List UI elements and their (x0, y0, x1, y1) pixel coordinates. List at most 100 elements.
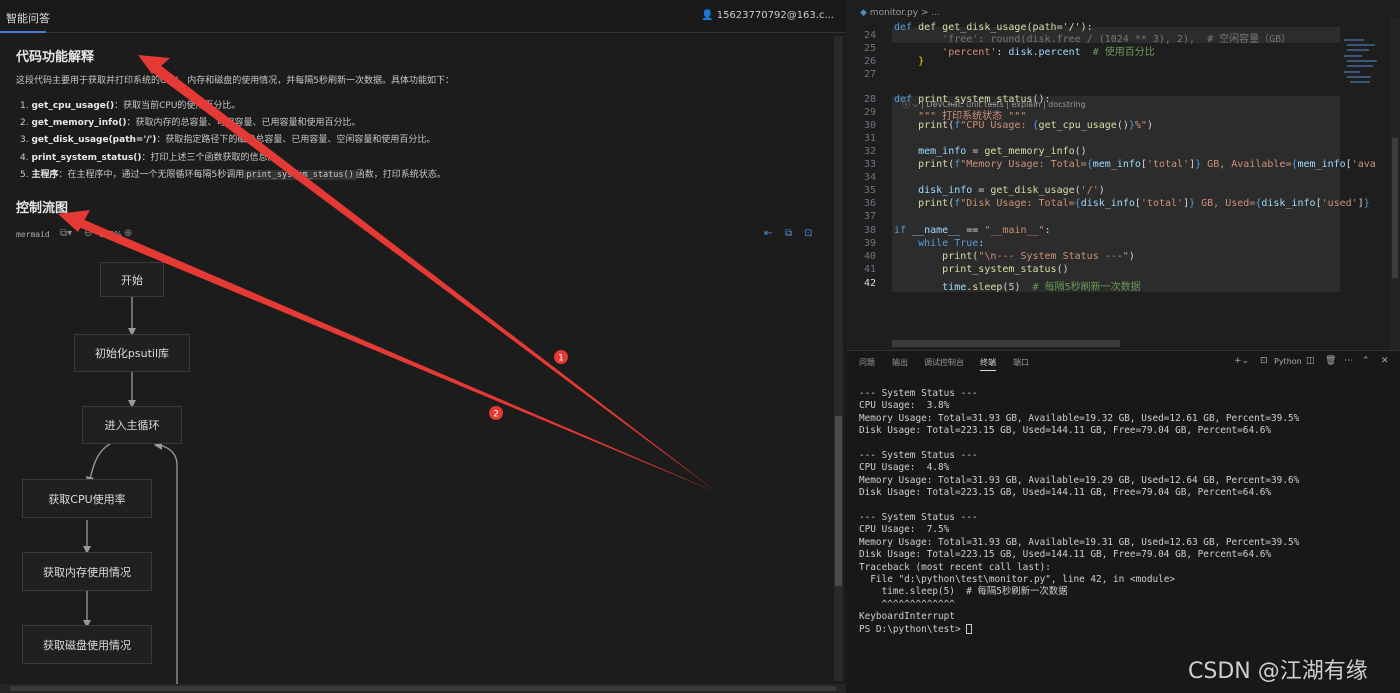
section-title-explain: 代码功能解释 (16, 50, 95, 65)
terminal-output[interactable]: --- System Status --- CPU Usage: 3.8% Memo… (859, 388, 1299, 636)
flow-node-cpu: 获取CPU使用率 (22, 479, 152, 518)
line-number: 27 (863, 69, 876, 80)
breadcrumb-text: monitor.py > ... (869, 8, 940, 18)
user-icon: 👤 (701, 10, 717, 21)
code-line: while True: (918, 238, 985, 249)
more-icon[interactable]: ⋯ (1344, 356, 1353, 366)
code-line: print(f"CPU Usage: {get_cpu_usage()}%") (918, 120, 1153, 131)
list-item: 1. get_cpu_usage()：获取当前CPU的使用百分比。 (20, 101, 241, 111)
terminal-line: CPU Usage: 3.8% (859, 400, 950, 412)
line-number: 39 (863, 238, 876, 249)
line-number: 36 (863, 198, 876, 209)
code-line: 'percent': disk.percent # 使用百分比 (942, 47, 1155, 58)
terminal-line: Disk Usage: Total=223.15 GB, Used=144.11… (859, 425, 1272, 437)
tab-debug-console[interactable]: 调试控制台 (924, 357, 964, 368)
flow-node-main-loop: 进入主循环 (82, 406, 182, 444)
code-line: time.sleep(5) # 每隔5秒刷新一次数据 (942, 282, 1141, 293)
tab-problems[interactable]: 问题 (859, 357, 875, 368)
terminal-line: CPU Usage: 4.8% (859, 462, 950, 474)
terminal-line: --- System Status --- (859, 388, 978, 399)
code-line: print("\n--- System Status ---") (942, 251, 1135, 262)
breadcrumb[interactable]: ◆ monitor.py > ... (860, 8, 940, 18)
user-account[interactable]: 👤 15623770792@163.c... (701, 10, 834, 21)
terminal-line: KeyboardInterrupt (859, 611, 955, 623)
tab-terminal[interactable]: 终端 (980, 357, 996, 371)
line-number: 32 (863, 146, 876, 157)
code-editor[interactable]: def def get_disk_usage(path='/'): 24 'fr… (846, 18, 1400, 350)
line-number: 28 (863, 94, 876, 105)
flowchart-edges (83, 292, 178, 685)
tab-output[interactable]: 输出 (892, 357, 908, 368)
horizontal-scrollbar[interactable] (0, 684, 846, 693)
line-number: 35 (863, 185, 876, 196)
vertical-scrollbar[interactable] (834, 36, 843, 681)
scrollbar-thumb[interactable] (835, 416, 842, 586)
terminal-line: ^^^^^^^^^^^^^ (859, 598, 955, 610)
line-number: 31 (863, 133, 876, 144)
zoom-out-icon[interactable]: ⊖ (84, 228, 92, 239)
line-number: 26 (863, 56, 876, 67)
line-number: 41 (863, 264, 876, 275)
user-email: 15623770792@163.c... (716, 10, 834, 21)
flow-node-memory: 获取内存使用情况 (22, 552, 152, 591)
terminal-line: Memory Usage: Total=31.93 GB, Available=… (859, 412, 1300, 424)
terminal-shell-label[interactable]: Python (1274, 357, 1302, 366)
scrollbar-thumb[interactable] (10, 686, 836, 691)
tab-ports[interactable]: 端口 (1013, 357, 1029, 368)
trash-icon[interactable]: 🗑 (1325, 356, 1336, 366)
maximize-panel-icon[interactable]: ⌃ (1362, 356, 1370, 366)
zoom-in-icon[interactable]: ⊕ (124, 228, 132, 239)
mermaid-label: mermaid (16, 230, 50, 239)
zoom-level: 100% (99, 230, 122, 239)
terminal-line: Memory Usage: Total=31.93 GB, Available=… (859, 536, 1300, 548)
expand-icon[interactable]: ⊡ (804, 228, 812, 239)
terminal-cursor (966, 624, 973, 635)
close-panel-icon[interactable]: ✕ (1381, 356, 1389, 366)
copy-dropdown-icon[interactable]: ⧉▾ (60, 228, 72, 239)
insert-icon[interactable]: ⇤ (764, 228, 772, 239)
terminal-line: Disk Usage: Total=223.15 GB, Used=144.11… (859, 487, 1272, 499)
scrollbar-thumb[interactable] (1392, 138, 1398, 278)
copy-icon[interactable]: ⧉ (785, 228, 792, 239)
line-number: 30 (863, 120, 876, 131)
line-number: 29 (863, 107, 876, 118)
terminal-line: Disk Usage: Total=223.15 GB, Used=144.11… (859, 549, 1272, 561)
line-number: 34 (863, 172, 876, 183)
code-line: print_system_status() (942, 264, 1069, 275)
split-terminal-icon[interactable]: ◫ (1306, 356, 1315, 366)
tab-smart-qa[interactable]: 智能问答 (6, 10, 50, 26)
panel-tabs: 问题 输出 调试控制台 终端 端口 +⌄ ⊡ Python ◫ 🗑 ⋯ ⌃ ✕ (846, 351, 1400, 373)
terminal-prompt[interactable]: PS D:\python\test> (859, 624, 1299, 636)
terminal-line: File "d:\python\test\monitor.py", line 4… (859, 574, 1176, 586)
flow-node-init: 初始化psutil库 (74, 334, 190, 372)
line-number: 40 (863, 251, 876, 262)
terminal-blank (859, 438, 1299, 450)
list-item: 4. print_system_status()：打印上述三个函数获取的信息。 (20, 153, 277, 163)
terminal-line: --- System Status --- (859, 450, 978, 462)
line-number: 37 (863, 211, 876, 222)
terminal-line: --- System Status --- (859, 512, 978, 524)
active-tab-underline (0, 31, 46, 33)
csdn-watermark: CSDN @江湖有缘 (1188, 659, 1368, 684)
line-number-current: 42 (863, 278, 876, 289)
code-line: disk_info = get_disk_usage('/') (918, 185, 1105, 196)
line-number: 33 (863, 159, 876, 170)
code-line: def print_system_status(): (894, 94, 1051, 105)
editor-scrollbar[interactable] (1390, 18, 1400, 350)
python-file-icon: ◆ (860, 8, 870, 18)
terminal-line: Memory Usage: Total=31.93 GB, Available=… (859, 474, 1300, 486)
new-terminal-icon[interactable]: +⌄ (1234, 356, 1249, 366)
terminal-line: CPU Usage: 7.5% (859, 524, 950, 536)
terminal-blank (859, 500, 1299, 512)
editor-hscroll-thumb[interactable] (892, 340, 1120, 347)
terminal-line: Traceback (most recent call last): (859, 561, 1051, 573)
intro-text: 这段代码主要用于获取并打印系统的CPU、内存和磁盘的使用情况，并每隔5秒刷新一次… (16, 76, 455, 86)
flow-node-disk: 获取磁盘使用情况 (22, 625, 152, 664)
minimap[interactable] (1344, 36, 1389, 91)
line-number: 25 (863, 43, 876, 54)
vscode-area: ◆ monitor.py > ... def def get_disk_usag… (846, 0, 1400, 693)
list-item: 3. get_disk_usage(path='/')：获取指定路径下的磁盘总容… (20, 135, 436, 145)
qa-panel: 智能问答 👤 15623770792@163.c... 代码功能解释 这段代码主… (0, 0, 846, 693)
line-number: 24 (863, 30, 876, 41)
section-title-flow: 控制流图 (16, 201, 69, 216)
